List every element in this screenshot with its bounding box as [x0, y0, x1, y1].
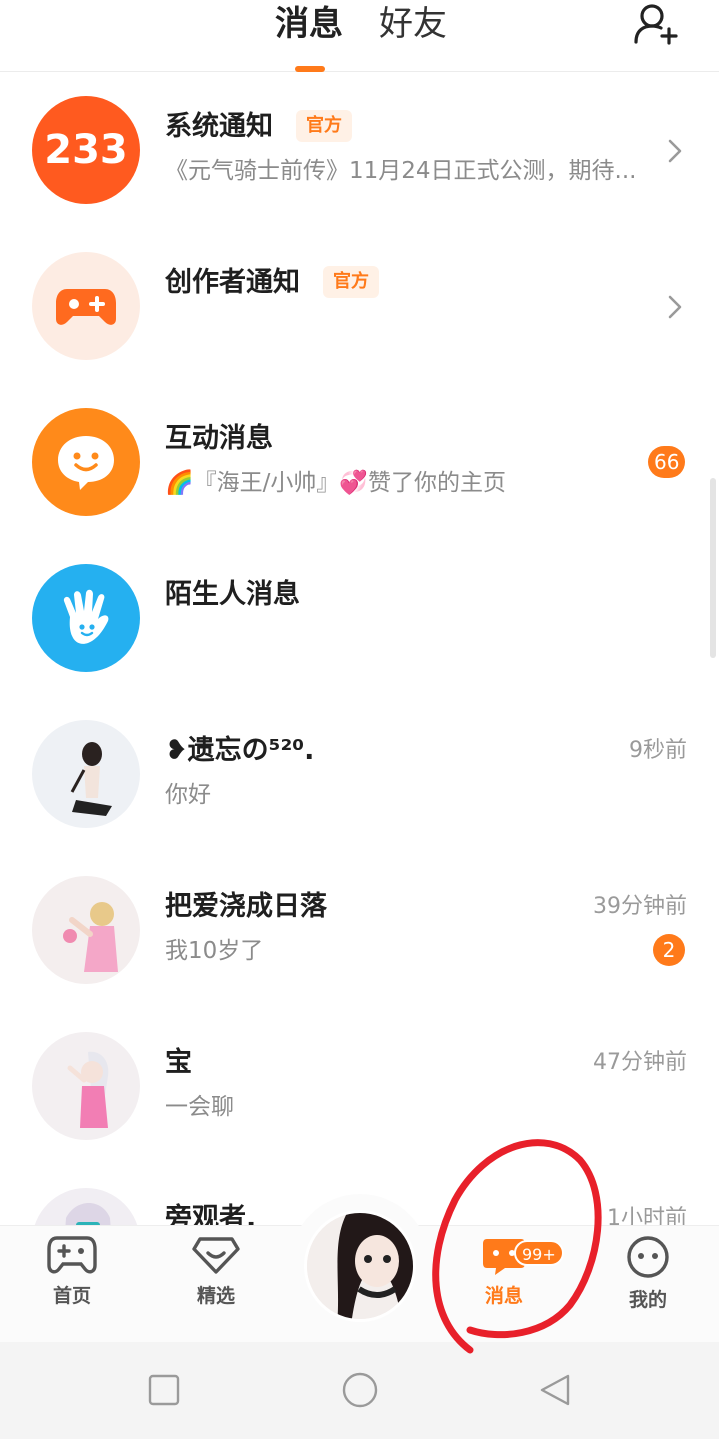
233-logo-icon: 233 — [32, 96, 140, 204]
item-time: 9秒前 — [629, 738, 687, 763]
waving-hand-icon — [32, 564, 140, 672]
item-title: 陌生人消息 — [165, 579, 300, 610]
avatar — [32, 1032, 140, 1140]
item-time: 47分钟前 — [593, 1050, 687, 1075]
logo-text: 233 — [44, 127, 128, 173]
item-title: ❥遗忘の⁵²⁰. — [165, 735, 315, 766]
tab-friends[interactable]: 好友 — [379, 4, 447, 44]
item-preview: 《元气骑士前传》11月24日正式公测，期待... — [165, 158, 637, 184]
chat-bubble-face-icon — [32, 408, 140, 516]
add-user-icon[interactable] — [632, 2, 680, 46]
list-item-interactions[interactable]: 互动消息 🌈『海王/小帅』💞赞了你的主页 66 — [0, 384, 719, 540]
list-item-chat[interactable]: ❥遗忘の⁵²⁰. 你好 9秒前 — [0, 696, 719, 852]
item-preview: 一会聊 — [165, 1094, 234, 1120]
unread-count-badge: 66 — [648, 446, 686, 478]
smiley-face-icon — [627, 1236, 669, 1278]
nav-me[interactable]: 我的 — [593, 1235, 703, 1325]
avatar — [32, 720, 140, 828]
nav-label: 我的 — [628, 1289, 667, 1311]
list-item-creator-notice[interactable]: 创作者通知 官方 — [0, 228, 719, 384]
heart-gem-icon — [192, 1237, 240, 1274]
avatar — [32, 876, 140, 984]
item-preview: 我10岁了 — [165, 938, 264, 964]
item-title: 互动消息 — [165, 423, 273, 454]
nav-label: 精选 — [196, 1285, 235, 1307]
nav-label: 首页 — [52, 1285, 91, 1307]
item-title: 把爱浇成日落 — [165, 891, 327, 922]
official-tag: 官方 — [296, 110, 352, 142]
tab-messages[interactable]: 消息 — [275, 4, 343, 44]
scrollbar[interactable] — [710, 478, 716, 658]
chevron-right-icon — [668, 139, 682, 163]
top-header: 消息 好友 — [0, 0, 719, 72]
nav-label: 消息 — [484, 1285, 523, 1307]
nav-home[interactable]: 首页 — [17, 1235, 127, 1325]
recents-icon[interactable] — [147, 1373, 181, 1407]
item-title: 创作者通知 — [165, 267, 300, 298]
gamepad-icon — [47, 1236, 97, 1274]
nav-featured[interactable]: 精选 — [161, 1235, 271, 1325]
item-title: 系统通知 — [165, 111, 273, 142]
list-item-chat[interactable]: 宝 一会聊 47分钟前 — [0, 1008, 719, 1164]
item-title: 宝 — [165, 1047, 192, 1078]
item-preview: 🌈『海王/小帅』💞赞了你的主页 — [165, 470, 507, 496]
center-avatar-button[interactable] — [304, 1210, 416, 1322]
unread-count-badge: 2 — [653, 934, 685, 966]
item-time: 39分钟前 — [593, 894, 687, 919]
item-preview: 你好 — [165, 782, 211, 808]
official-tag: 官方 — [323, 266, 379, 298]
back-icon[interactable] — [538, 1373, 572, 1407]
unread-count-badge: 99+ — [514, 1240, 564, 1266]
chevron-right-icon — [668, 295, 682, 319]
messages-screen: 消息 好友 233 系统通知 官方 《元气骑士前传》11月24日正式公测，期待.… — [0, 0, 719, 1439]
list-item-system-notice[interactable]: 233 系统通知 官方 《元气骑士前传》11月24日正式公测，期待... — [0, 72, 719, 228]
gamepad-plus-icon — [32, 252, 140, 360]
list-item-chat[interactable]: 把爱浇成日落 我10岁了 39分钟前 2 — [0, 852, 719, 1008]
list-item-strangers[interactable]: 陌生人消息 — [0, 540, 719, 696]
home-icon[interactable] — [341, 1371, 379, 1409]
